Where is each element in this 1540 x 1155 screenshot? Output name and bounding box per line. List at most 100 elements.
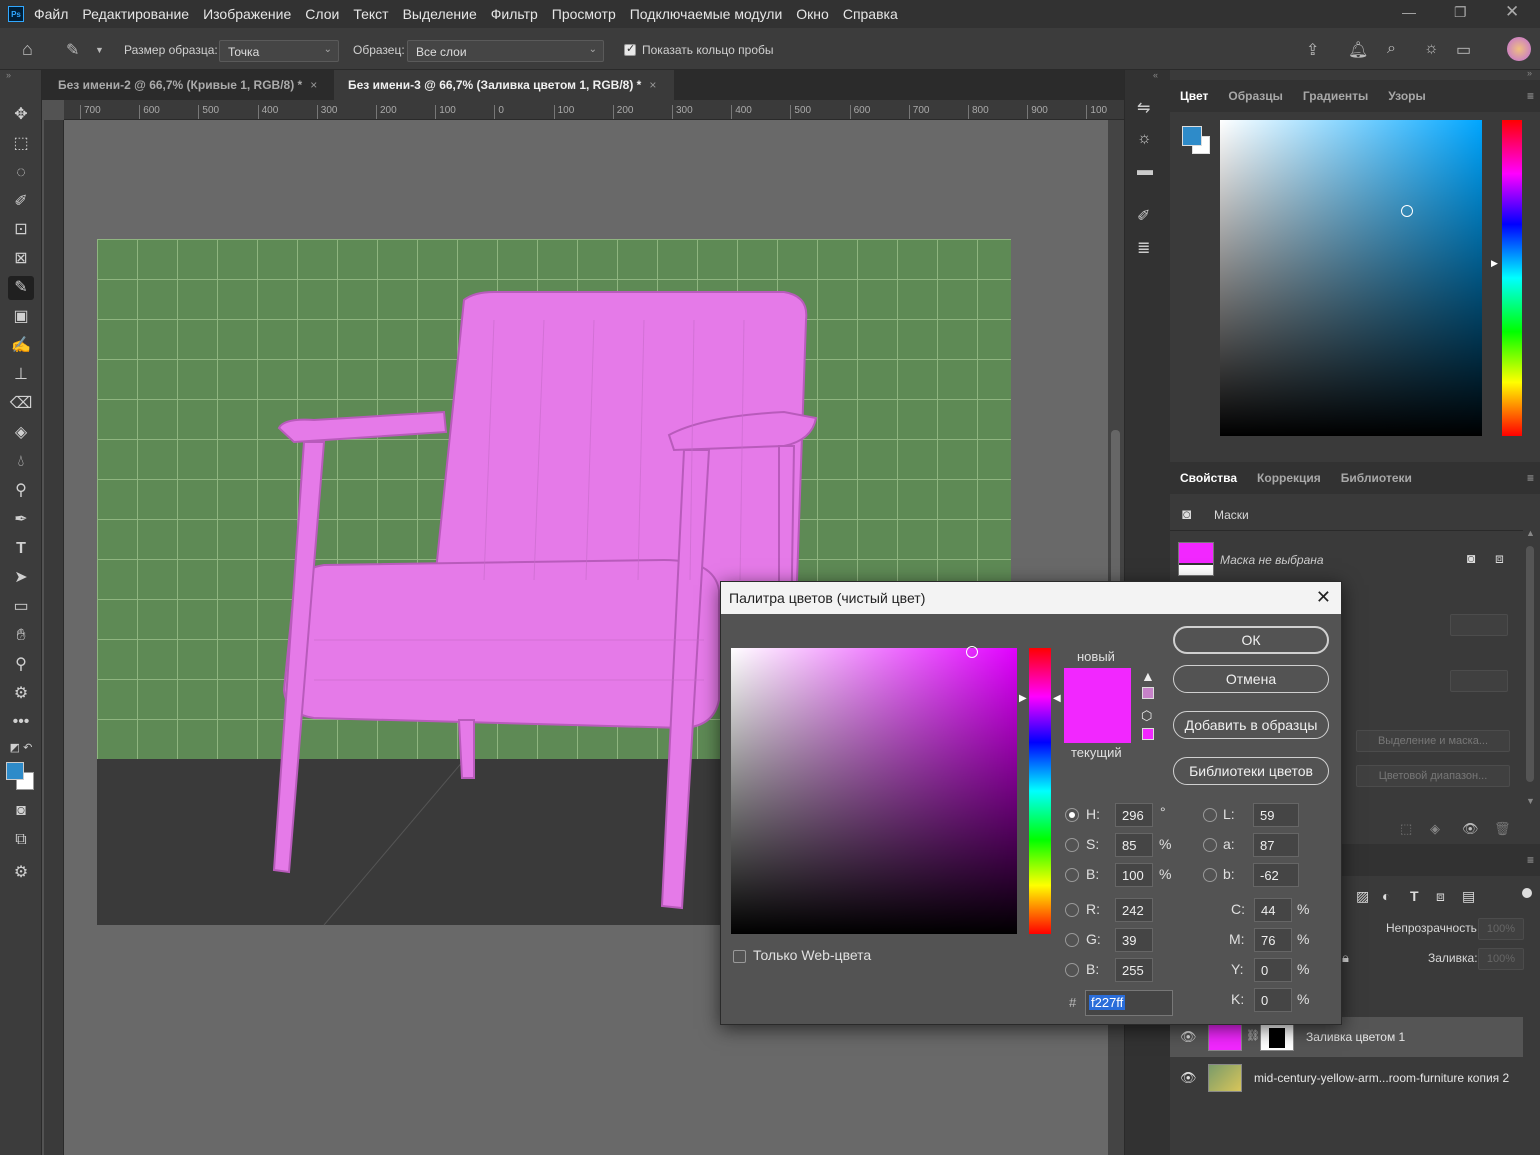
search-icon[interactable]: ⌕ [1387,40,1396,58]
lab-b-radio[interactable] [1203,868,1217,882]
tab-adjustments[interactable]: Коррекция [1247,471,1331,485]
scroll-down-icon[interactable]: ▼ [1526,796,1535,806]
k-input[interactable]: 0 [1254,988,1292,1012]
hex-input[interactable]: f227ff [1085,990,1173,1016]
r-radio[interactable] [1065,903,1079,917]
link-icon[interactable]: ⛓︎ [1246,1029,1260,1042]
workspace-icon[interactable]: ▭ [1456,40,1471,60]
ok-button[interactable]: ОК [1173,626,1329,654]
menu-image[interactable]: Изображение [203,6,291,22]
opacity-input[interactable]: 100% [1478,918,1524,940]
foreground-color-swatch[interactable] [6,762,24,780]
restore-icon[interactable]: ❐ [1454,4,1467,21]
s-input[interactable]: 85 [1115,833,1153,857]
apply-mask-icon[interactable]: ◈ [1430,821,1440,837]
add-pixel-mask-icon[interactable]: ◙ [1467,550,1475,566]
l-radio[interactable] [1203,808,1217,822]
healing-tool-icon[interactable]: ▣ [8,305,34,329]
menu-select[interactable]: Выделение [403,6,477,22]
layer-mask-thumbnail[interactable] [1260,1023,1294,1051]
web-only-checkbox[interactable] [733,950,746,963]
collapse-icon[interactable]: « [1153,70,1158,80]
tab-libraries[interactable]: Библиотеки [1331,471,1422,485]
filter-toggle-icon[interactable] [1522,888,1532,898]
properties-icon[interactable]: ≣ [1137,238,1150,258]
eye-icon[interactable]: 👁︎ [1180,1070,1197,1086]
eye-icon[interactable]: 👁︎ [1180,1029,1197,1045]
l-input[interactable]: 59 [1253,803,1299,827]
fill-input[interactable]: 100% [1478,948,1524,970]
home-icon[interactable]: ⌂ [22,39,33,60]
c-input[interactable]: 44 [1254,898,1292,922]
color-panel-field[interactable] [1220,120,1482,436]
menu-filter[interactable]: Фильтр [491,6,538,22]
lasso-tool-icon[interactable]: ◌ [8,161,34,185]
chevron-down-icon[interactable]: ▼ [95,45,104,55]
bucket-tool-icon[interactable]: ◈ [8,421,34,445]
a-radio[interactable] [1203,838,1217,852]
hue-marker-right-icon[interactable]: ◀ [1053,693,1061,704]
tab-color[interactable]: Цвет [1170,89,1218,103]
h-input[interactable]: 296 [1115,803,1153,827]
b-input[interactable]: 100 [1115,863,1153,887]
bell-icon[interactable]: 🔔︎ [1348,40,1368,60]
eye-icon[interactable]: 👁︎ [1462,821,1479,837]
delete-mask-icon[interactable]: 🗑︎ [1494,821,1511,837]
dodge-tool-icon[interactable]: ⚲ [8,479,34,503]
doc-tab-2[interactable]: Без имени-3 @ 66,7% (Заливка цветом 1, R… [334,70,674,100]
sample-size-select[interactable]: Точка ⌄ [219,40,339,62]
history-icon[interactable]: ⇋ [1137,98,1150,118]
eyedropper-tool-icon[interactable]: ✎ [8,276,34,300]
comments-icon[interactable]: ▬ [1137,162,1153,180]
tab-swatches[interactable]: Образцы [1218,89,1293,103]
properties-scrollbar[interactable] [1526,546,1534,782]
quick-mask-icon[interactable]: ◙ [8,799,34,823]
hue-slider[interactable] [1029,648,1051,934]
color-field-cursor[interactable] [966,646,978,658]
filter-pixel-icon[interactable]: ▨ [1356,888,1369,905]
g-input[interactable]: 39 [1115,928,1153,952]
avatar[interactable] [1507,37,1531,61]
menu-layers[interactable]: Слои [305,6,339,22]
collapse-icon[interactable]: » [6,70,11,80]
eyedropper-preset-icon[interactable]: ✎ [66,40,79,60]
lab-b-input[interactable]: -62 [1253,863,1299,887]
move-tool-icon[interactable]: ✥ [8,103,34,127]
tab-gradients[interactable]: Градиенты [1293,89,1378,103]
load-selection-icon[interactable]: ⬚ [1400,821,1412,837]
menu-help[interactable]: Справка [843,6,898,22]
show-ring-checkbox[interactable] [624,42,636,56]
type-tool-icon[interactable]: T [8,537,34,561]
more-tools-icon[interactable]: ••• [8,710,34,734]
panel-menu-icon[interactable]: ≡ [1527,853,1534,867]
generative-icon[interactable]: ⚙ [8,861,34,885]
close-tab-icon[interactable]: × [649,78,656,92]
gamut-swatch[interactable] [1142,687,1154,699]
select-and-mask-button[interactable]: Выделение и маска... [1356,730,1510,752]
zoom-tool-icon[interactable]: ⚲ [8,653,34,677]
blue-radio[interactable] [1065,963,1079,977]
hand-tool-icon[interactable]: ✋︎ [8,624,34,648]
color-panel-hue-slider[interactable] [1502,120,1522,436]
menu-plugins[interactable]: Подключаемые модули [630,6,783,22]
hue-marker-icon[interactable]: ▶ [1491,258,1498,269]
brushes-icon[interactable]: ✐ [1137,206,1150,226]
minimize-icon[interactable]: — [1402,4,1416,20]
swap-colors-icon[interactable]: ◩ ↶ [8,736,34,760]
filter-smart-object-icon[interactable]: ▤ [1462,888,1475,905]
tab-properties[interactable]: Свойства [1170,471,1247,485]
a-input[interactable]: 87 [1253,833,1299,857]
color-libraries-button[interactable]: Библиотеки цветов [1173,757,1329,785]
pen-tool-icon[interactable]: ✒ [8,508,34,532]
add-to-swatches-button[interactable]: Добавить в образцы [1173,711,1329,739]
web-safe-cube-icon[interactable]: ⬡ [1141,708,1152,724]
gamut-warning-icon[interactable]: ▲ [1141,668,1155,684]
s-radio[interactable] [1065,838,1079,852]
menu-view[interactable]: Просмотр [552,6,616,22]
adjustments-icon[interactable]: ☼ [1137,130,1152,148]
filter-adjustment-icon[interactable]: ◐ [1382,888,1390,904]
color-panel-cursor[interactable] [1401,205,1413,217]
menu-window[interactable]: Окно [796,6,829,22]
menu-type[interactable]: Текст [353,6,388,22]
filter-shape-icon[interactable]: ⧈ [1436,888,1445,905]
